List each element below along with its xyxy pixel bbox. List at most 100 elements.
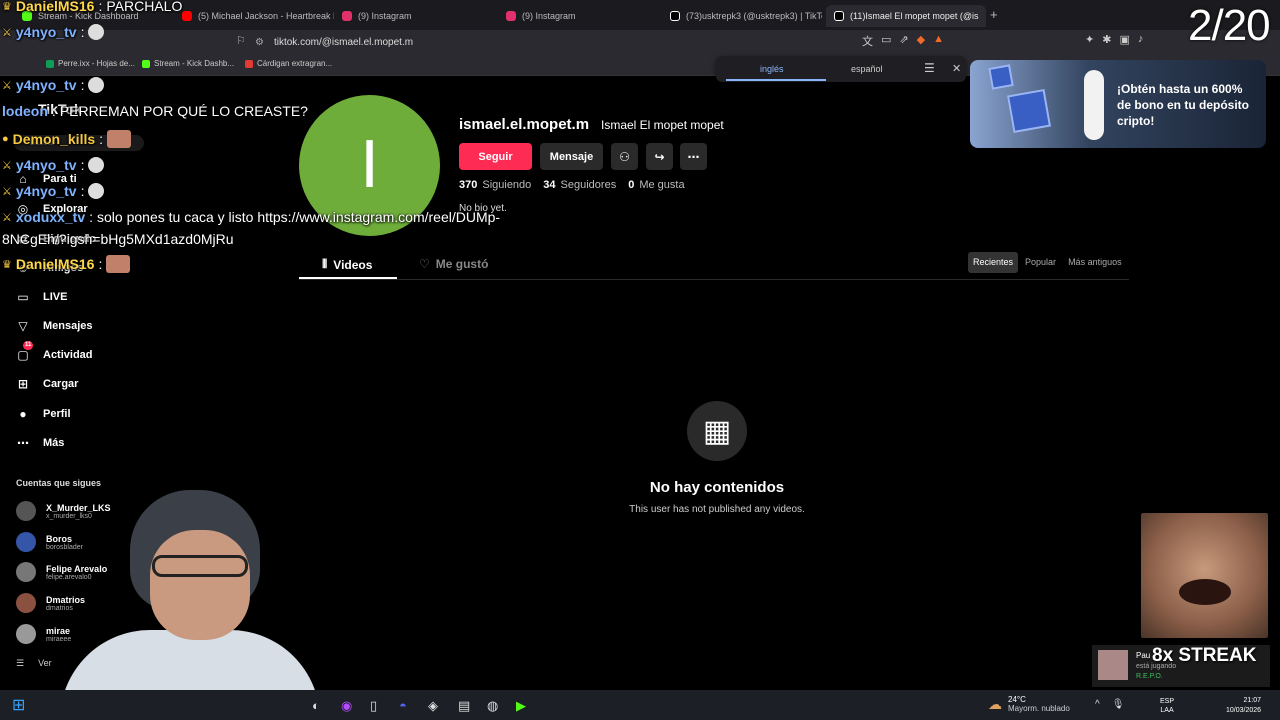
sword-icon: ⚔ — [2, 79, 12, 92]
new-tab-button[interactable]: + — [990, 7, 998, 22]
star-icon: ● — [2, 133, 9, 145]
tab-tiktok-ismael[interactable]: (11)Ismael El mopet mopet (@is✕ — [826, 5, 986, 27]
brave-rewards-icon[interactable]: ▲ — [933, 33, 944, 49]
avatar — [16, 624, 36, 644]
skull-emote — [88, 24, 105, 40]
avatar — [16, 501, 36, 521]
face-emote — [106, 255, 131, 273]
webcam-streamer — [40, 480, 320, 720]
chrome-icon[interactable]: ◍ — [487, 698, 498, 714]
sword-icon: ⚔ — [2, 211, 12, 224]
chat-message: ⚔ y4nyo_tv: — [2, 183, 105, 199]
sidebar-item-live[interactable]: ▭ LIVE — [16, 290, 67, 304]
share-button[interactable]: ↪ — [646, 143, 673, 170]
live-icon: ▭ — [17, 290, 29, 304]
heart-icon: ♡ — [419, 257, 430, 271]
menu-icon[interactable]: ☰ — [924, 61, 935, 75]
follow-button[interactable]: Seguir — [459, 143, 532, 170]
bookmark-icon[interactable]: ⚐ — [236, 34, 246, 47]
activity-icon: ▢ 11 — [17, 341, 34, 362]
windows-taskbar: ⊞ ◐ ◉ ▯ ◓ ◈ ▤ ◍ ▶ ☁ 24°C Mayorm. nublado … — [0, 690, 1280, 720]
streamer-face — [150, 530, 250, 640]
crown-icon: ♛ — [2, 258, 12, 271]
more-icon: ⋯ — [687, 149, 700, 164]
translate-target-lang[interactable]: español — [851, 64, 883, 74]
language-indicator[interactable]: ESP LAA — [1160, 697, 1174, 715]
app-icon[interactable]: ◐ — [312, 698, 320, 713]
streak-user: Pau — [1136, 651, 1151, 660]
discord-icon[interactable]: ◓ — [399, 698, 407, 713]
kick-icon[interactable]: ▶ — [516, 698, 526, 714]
close-icon[interactable]: ✕ — [952, 62, 961, 75]
chat-message: ⚔ y4nyo_tv: — [2, 24, 105, 40]
cast-icon[interactable]: ▭ — [881, 33, 891, 49]
bookmark-cardigan[interactable]: Cárdigan extragran... — [245, 59, 332, 68]
sort-oldest[interactable]: Más antiguos — [1063, 252, 1127, 273]
app-icon[interactable]: ◉ — [341, 698, 352, 714]
empty-title: No hay contenidos — [649, 479, 785, 496]
list-icon: ☰ — [16, 658, 25, 668]
sidebar-item-mas[interactable]: ⋯ Más — [16, 436, 64, 450]
more-options-button[interactable]: ⋯ — [680, 143, 707, 170]
chat-message: ⚔ y4nyo_tv: — [2, 77, 105, 93]
sidebar-toggle-icon[interactable]: ▣ — [1119, 33, 1129, 46]
tab-videos[interactable]: ⦀ Videos — [322, 257, 372, 272]
streak-game: R.E.P.O. — [1136, 673, 1163, 680]
streak-card: Pau está jugando R.E.P.O. 8x STREAK — [1092, 645, 1270, 687]
sort-recent[interactable]: Recientes — [968, 252, 1019, 273]
clock[interactable]: 21:07 10/03/2026 — [1226, 696, 1261, 716]
puzzle-icon[interactable]: ✱ — [1102, 33, 1111, 46]
crown-icon: ♛ — [2, 0, 12, 13]
sidebar-item-cargar[interactable]: ⊞ Cargar — [16, 377, 79, 391]
message-button[interactable]: Mensaje — [540, 143, 603, 170]
add-friend-button[interactable]: ⚇ — [611, 143, 638, 170]
share-icon: ↪ — [654, 149, 665, 164]
sidebar-item-actividad[interactable]: ▢ 11 Actividad — [16, 341, 93, 362]
weather-widget[interactable]: ☁ 24°C Mayorm. nublado — [988, 695, 1070, 713]
tab-instagram-1[interactable]: (9) Instagram — [334, 5, 494, 27]
chat-message: ♛ DanielMS16: PARCHALO — [2, 0, 183, 14]
translate-icon[interactable]: 文 — [862, 33, 873, 49]
windows-start-icon[interactable]: ⊞ — [12, 695, 25, 715]
bookmark-hojas[interactable]: Perre.ixx - Hojas de... — [46, 59, 135, 68]
brave-shield-icon[interactable]: ◆ — [917, 33, 925, 49]
sidebar-item-mensajes[interactable]: ▽ Mensajes — [16, 319, 92, 333]
sort-popular[interactable]: Popular — [1020, 252, 1061, 273]
sheets-icon — [46, 59, 54, 68]
share-icon[interactable]: ⇗ — [899, 33, 908, 49]
sword-icon: ⚔ — [2, 185, 12, 198]
chevron-up-icon[interactable]: ^ — [1095, 699, 1100, 710]
chat-message: ⚔ y4nyo_tv: — [2, 157, 105, 173]
tab-youtube[interactable]: (5) Michael Jackson - Heartbreak Hot — [174, 5, 334, 27]
microphone-icon[interactable]: 🎙 — [1112, 699, 1125, 710]
crypto-ad-banner[interactable]: ¡Obtén hasta un 600% de bono en tu depós… — [970, 60, 1266, 148]
translate-active-underline — [726, 79, 826, 81]
sort-selector: Recientes Popular Más antiguos — [968, 252, 1127, 273]
following-stat[interactable]: 370 Siguiendo — [459, 179, 531, 191]
bookmark-kick[interactable]: Stream - Kick Dashb... — [142, 59, 234, 68]
add-user-icon: ⚇ — [619, 149, 630, 164]
tab-instagram-2[interactable]: (9) Instagram — [498, 5, 658, 27]
system-tray: ^ 🎙 — [1095, 699, 1124, 710]
empty-subtitle: This user has not published any videos. — [629, 504, 805, 515]
avatar — [16, 532, 36, 552]
steam-icon[interactable]: ◈ — [428, 698, 438, 714]
messages-icon: ▽ — [18, 319, 28, 333]
followers-stat[interactable]: 34 Seguidores — [543, 179, 616, 191]
skull-emote — [88, 157, 105, 173]
avatar — [16, 562, 36, 582]
music-icon[interactable]: ♪ — [1138, 33, 1144, 46]
site-info-icon[interactable]: ⚙ — [255, 37, 264, 48]
activity-badge: 11 — [23, 341, 34, 350]
file-icon[interactable]: ▯ — [370, 698, 377, 714]
extension-icon[interactable]: ✦ — [1085, 33, 1094, 46]
terminal-icon[interactable]: ▤ — [458, 698, 470, 714]
translate-source-lang[interactable]: inglés — [760, 64, 784, 74]
sidebar-item-perfil[interactable]: ● Perfil — [16, 407, 70, 421]
tab-tiktok-usktrepk3[interactable]: (73)usktrepk3 (@usktrepk3) | TikTok — [662, 5, 822, 27]
tab-liked[interactable]: ♡ Me gustó — [419, 257, 488, 271]
ad-side-bar — [1084, 70, 1104, 140]
stream-counter: 2/20 — [1188, 1, 1271, 50]
skull-emote — [88, 183, 105, 199]
profile-display-name: Ismael El mopet mopet — [601, 118, 724, 132]
